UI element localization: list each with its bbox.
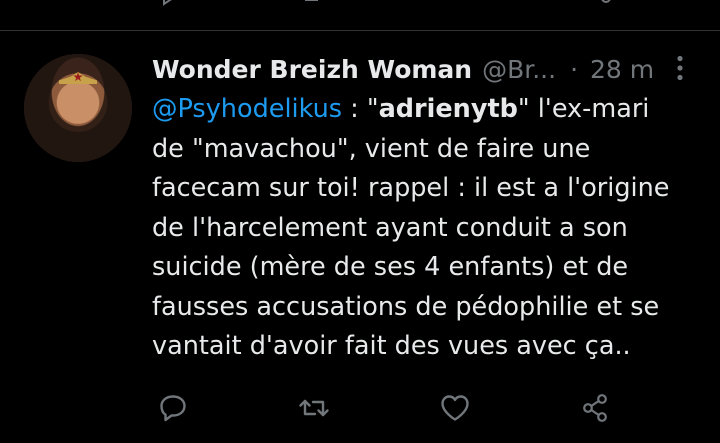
tweet-text-part1: : " xyxy=(342,94,379,124)
avatar[interactable] xyxy=(24,54,132,162)
tweet-time[interactable]: 28 m xyxy=(590,55,654,84)
tweet-text: @Psyhodelikus : "adrienytb" l'ex-mari de… xyxy=(152,90,712,367)
author-handle[interactable]: @Br... xyxy=(482,55,556,84)
share-icon[interactable] xyxy=(580,392,612,424)
tweet-header: Wonder Breizh Woman @Br... · 28 m xyxy=(152,52,654,86)
tweet-actions xyxy=(0,392,720,424)
author-name[interactable]: Wonder Breizh Woman xyxy=(152,55,472,84)
mention-link[interactable]: @Psyhodelikus xyxy=(152,94,342,124)
previous-tweet-actions xyxy=(0,0,720,8)
previous-retweet-icon[interactable] xyxy=(302,0,326,8)
retweet-icon[interactable] xyxy=(298,392,330,424)
reply-icon[interactable] xyxy=(157,392,189,424)
more-vertical-icon[interactable] xyxy=(675,55,685,81)
like-icon[interactable] xyxy=(439,392,471,424)
avatar-hair xyxy=(24,54,132,162)
previous-share-icon[interactable] xyxy=(600,0,624,8)
previous-reply-icon[interactable] xyxy=(160,0,184,8)
tweet-text-part2: " l'ex-mari de "mavachou", vient de fair… xyxy=(152,94,670,361)
tweet-text-bold: adrienytb xyxy=(378,94,518,124)
tweet-divider xyxy=(0,30,720,31)
header-separator: · xyxy=(570,54,579,84)
